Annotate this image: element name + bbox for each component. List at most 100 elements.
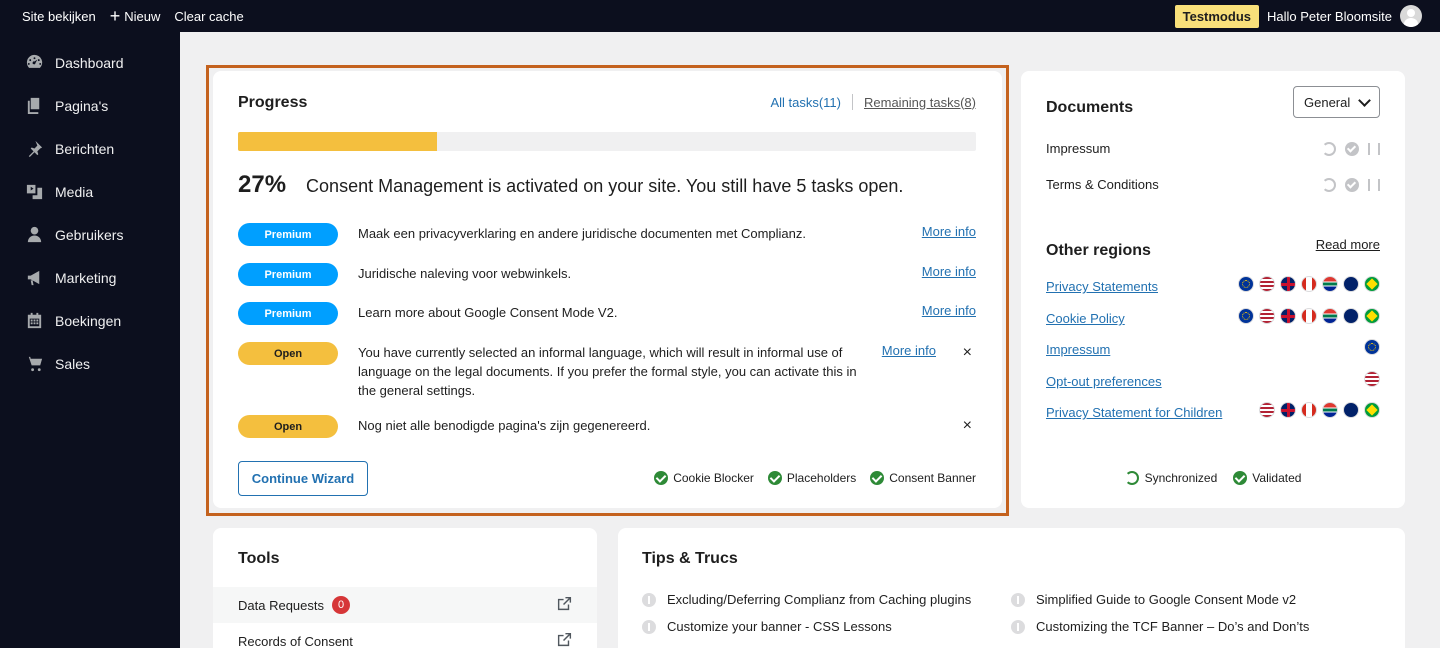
- check-icon: [1345, 177, 1359, 192]
- progress-tabs: All tasks(11) Remaining tasks(8): [770, 94, 976, 110]
- flag-za-icon: [1322, 402, 1338, 418]
- tip-item[interactable]: Excluding/Deferring Complianz from Cachi…: [642, 592, 971, 607]
- document-label: Impressum: [1046, 141, 1111, 156]
- flag-eu-icon: [1364, 339, 1380, 355]
- region-select[interactable]: General: [1293, 86, 1380, 118]
- tip-item[interactable]: Customizing the TCF Banner – Do’s and Do…: [1011, 619, 1309, 634]
- admin-bar: Site bekijken + Nieuw Clear cache Testmo…: [0, 0, 1440, 32]
- sidebar-item-dashboard[interactable]: Dashboard: [0, 41, 180, 84]
- avatar[interactable]: [1400, 5, 1422, 27]
- tab-remaining-tasks[interactable]: Remaining tasks(8): [864, 95, 976, 110]
- user-greeting[interactable]: Hallo Peter Bloomsite: [1267, 9, 1392, 24]
- tip-item[interactable]: Simplified Guide to Google Consent Mode …: [1011, 592, 1296, 607]
- task-row: Open You have currently selected an info…: [238, 342, 976, 400]
- admin-bar-right: Testmodus Hallo Peter Bloomsite: [1174, 4, 1440, 28]
- check-icon: [1233, 471, 1248, 485]
- check-icon: [870, 471, 885, 485]
- sidebar-item-marketing[interactable]: Marketing: [0, 256, 180, 299]
- more-info-link[interactable]: More info: [922, 303, 976, 318]
- open-badge: Open: [238, 415, 338, 438]
- region-link[interactable]: Cookie Policy: [1046, 311, 1125, 326]
- site-link[interactable]: Site bekijken: [15, 0, 103, 32]
- more-info-link[interactable]: More info: [882, 343, 936, 358]
- region-link[interactable]: Impressum: [1046, 342, 1110, 357]
- region-select-value: General: [1304, 94, 1351, 110]
- more-info-link[interactable]: More info: [922, 224, 976, 239]
- flag-detail: [1366, 278, 1378, 290]
- check-icon: [767, 471, 782, 485]
- progress-title: Progress: [238, 94, 308, 111]
- task-text: Nog niet alle benodigde pagina's zijn ge…: [358, 418, 651, 433]
- flag-us-icon: [1259, 308, 1275, 324]
- flag-br-icon: [1364, 308, 1380, 324]
- sync-icon[interactable]: [1322, 141, 1336, 156]
- sidebar-item-label: Berichten: [55, 140, 115, 157]
- sidebar-item-media[interactable]: Media: [0, 170, 180, 213]
- tool-row-records-of-consent[interactable]: Records of Consent: [213, 623, 597, 648]
- tip-label: Customize your banner - CSS Lessons: [667, 619, 892, 634]
- flag-eu-icon: [1238, 276, 1254, 292]
- clear-cache-button[interactable]: Clear cache: [167, 0, 250, 32]
- plus-icon: +: [109, 6, 121, 26]
- close-icon[interactable]: ×: [963, 417, 972, 435]
- sidebar-item-pages[interactable]: Pagina's: [0, 84, 180, 127]
- flag-list: [1233, 308, 1380, 324]
- sidebar-item-users[interactable]: Gebruikers: [0, 213, 180, 256]
- sidebar-item-label: Dashboard: [55, 54, 124, 71]
- flag-au-icon: [1343, 308, 1359, 324]
- status-label: Consent Banner: [889, 471, 976, 485]
- status-placeholders: Placeholders: [767, 471, 856, 485]
- tip-item[interactable]: Customize your banner - CSS Lessons: [642, 619, 892, 634]
- region-link[interactable]: Opt-out preferences: [1046, 374, 1162, 389]
- tips-title: Tips & Trucs: [642, 550, 738, 567]
- info-icon: [642, 619, 656, 634]
- user-icon: [24, 225, 44, 245]
- status-synchronized: Synchronized: [1124, 471, 1217, 485]
- task-text: Juridische naleving voor webwinkels.: [358, 266, 572, 281]
- new-button[interactable]: + Nieuw: [103, 0, 168, 32]
- task-text: Maak een privacyverklaring en andere jur…: [358, 226, 807, 241]
- sidebar-item-bookings[interactable]: Boekingen: [0, 299, 180, 342]
- external-link-icon[interactable]: [557, 596, 572, 611]
- flag-ca-icon: [1301, 308, 1317, 324]
- continue-wizard-button[interactable]: Continue Wizard: [238, 461, 368, 496]
- testmode-badge[interactable]: Testmodus: [1174, 4, 1259, 28]
- more-info-link[interactable]: More info: [922, 264, 976, 279]
- flag-detail: [1242, 312, 1250, 320]
- document-row: Terms & Conditions: [1046, 177, 1380, 192]
- sync-icon[interactable]: [1322, 177, 1336, 192]
- pages-icon: [24, 96, 44, 116]
- shortcode-icon[interactable]: [1368, 142, 1380, 155]
- tool-row-data-requests[interactable]: Data Requests 0: [213, 587, 597, 623]
- tool-label: Records of Consent: [238, 633, 353, 648]
- sidebar-item-label: Sales: [55, 355, 91, 372]
- progress-summary: 27% Consent Management is activated on y…: [238, 171, 903, 199]
- megaphone-icon: [24, 268, 44, 288]
- flag-uk-icon: [1280, 402, 1296, 418]
- sidebar-item-posts[interactable]: Berichten: [0, 127, 180, 170]
- progress-bar-fill: [238, 132, 438, 151]
- flag-detail: [1368, 343, 1376, 351]
- flag-ca-icon: [1301, 402, 1317, 418]
- document-actions: [1322, 177, 1380, 192]
- flag-za-icon: [1322, 308, 1338, 324]
- sidebar-item-label: Boekingen: [55, 312, 122, 329]
- info-icon: [1011, 592, 1025, 607]
- progress-message: Consent Management is activated on your …: [306, 176, 904, 196]
- shortcode-icon[interactable]: [1368, 178, 1380, 191]
- premium-badge: Premium: [238, 223, 338, 246]
- other-regions-title: Other regions: [1046, 242, 1151, 259]
- flag-list: [1359, 339, 1380, 355]
- external-link-icon[interactable]: [557, 632, 572, 647]
- sidebar-item-sales[interactable]: Sales: [0, 342, 180, 385]
- close-icon[interactable]: ×: [963, 344, 972, 362]
- document-status-row: Synchronized Validated: [1021, 471, 1405, 485]
- region-link[interactable]: Privacy Statements: [1046, 279, 1158, 294]
- region-link[interactable]: Privacy Statement for Children: [1046, 405, 1222, 420]
- flag-us-icon: [1259, 276, 1275, 292]
- flag-detail: [1242, 280, 1250, 288]
- flag-list: [1359, 371, 1380, 387]
- tab-all-tasks[interactable]: All tasks(11): [770, 95, 841, 110]
- media-icon: [24, 182, 44, 202]
- read-more-link[interactable]: Read more: [1316, 237, 1380, 252]
